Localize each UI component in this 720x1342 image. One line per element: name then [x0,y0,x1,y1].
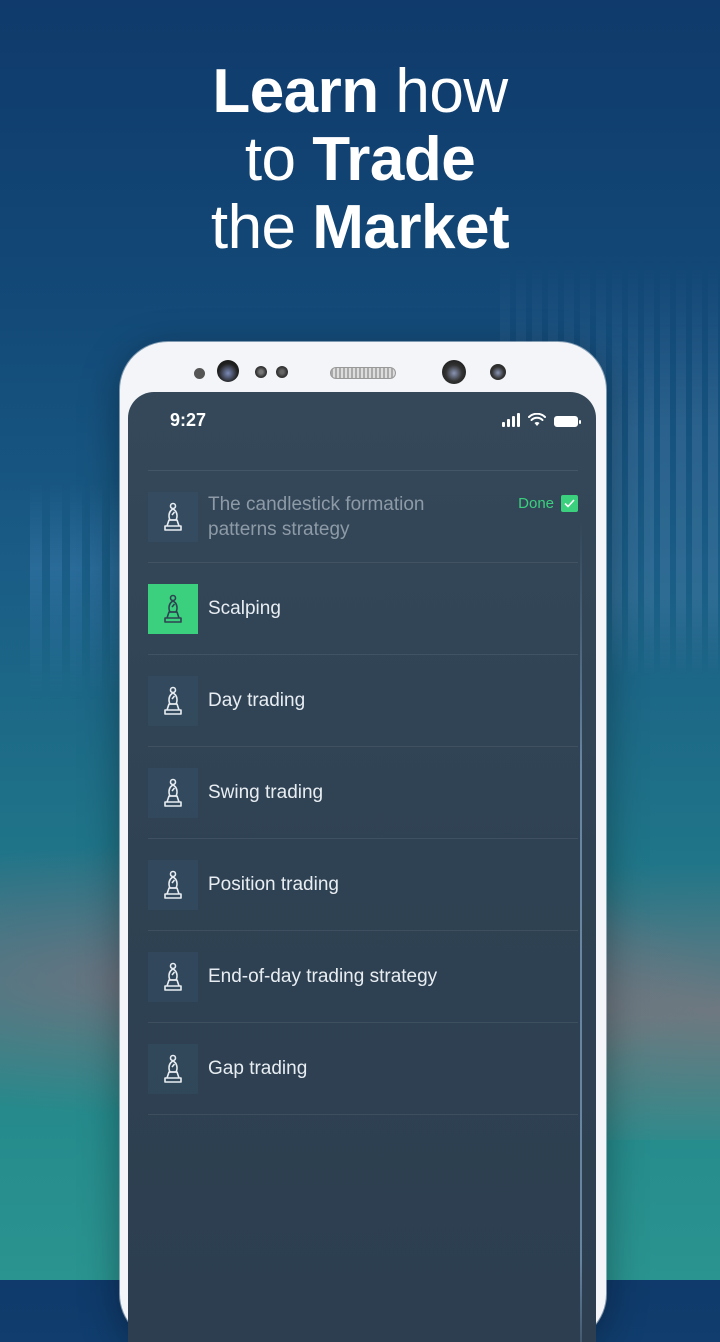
promo-headline: Learn how to Trade the Market [0,58,720,262]
front-camera [217,360,239,382]
checkbox-checked-icon [561,495,578,512]
proximity-sensor [194,368,205,379]
phone-mockup: 9:27 The candlestick formation patterns … [120,342,606,1342]
headline-word-market: Market [312,193,510,262]
status-bar: 9:27 [168,410,581,434]
list-item-label: Day trading [208,690,306,711]
list-item-label: Scalping [208,598,281,619]
earpiece-speaker [330,367,396,379]
app-screen: 9:27 The candlestick formation patterns … [128,392,596,1342]
background-chart-bars-left [30,480,130,700]
list-item-gap-trading[interactable]: Gap trading [148,1023,578,1115]
iris-camera [442,360,466,384]
battery-icon [554,416,581,427]
list-item-end-of-day-trading[interactable]: End-of-day trading strategy [148,931,578,1023]
sensor-dot [255,366,267,378]
chess-pawn-icon [148,859,198,910]
list-item-label: End-of-day trading strategy [208,966,438,987]
headline-word-to: to [244,125,296,194]
list-item-day-trading[interactable]: Day trading [148,655,578,747]
list-item-label: Swing trading [208,782,324,803]
sensor-dot [276,366,288,378]
strategy-list: The candlestick formation patterns strat… [148,470,578,1115]
list-item-swing-trading[interactable]: Swing trading [148,747,578,839]
headline-word-the: the [210,193,296,262]
headline-word-how: how [395,57,508,126]
chess-pawn-icon [148,675,198,726]
list-item-label: Position trading [208,874,339,895]
chess-pawn-icon [148,951,198,1002]
chess-pawn-icon [148,767,198,818]
phone-top-bezel [120,360,606,386]
status-icons [502,413,581,427]
done-label: Done [518,495,554,512]
wifi-icon [528,413,546,426]
headline-word-trade: Trade [312,125,476,194]
list-item-label: The candlestick formation patterns strat… [208,493,425,540]
list-item-label: Gap trading [208,1058,308,1079]
chess-pawn-icon [148,491,198,542]
chess-pawn-icon [148,583,198,634]
chess-pawn-icon [148,1043,198,1094]
signal-icon [502,413,520,427]
list-item-scalping[interactable]: Scalping [148,563,578,655]
list-item-position-trading[interactable]: Position trading [148,839,578,931]
status-time: 9:27 [170,410,207,430]
done-status: Done [518,495,578,512]
screen-edge-highlight [580,522,582,1342]
list-item-candlestick[interactable]: The candlestick formation patterns strat… [148,471,578,563]
headline-word-learn: Learn [212,57,379,126]
iris-sensor [490,364,506,380]
